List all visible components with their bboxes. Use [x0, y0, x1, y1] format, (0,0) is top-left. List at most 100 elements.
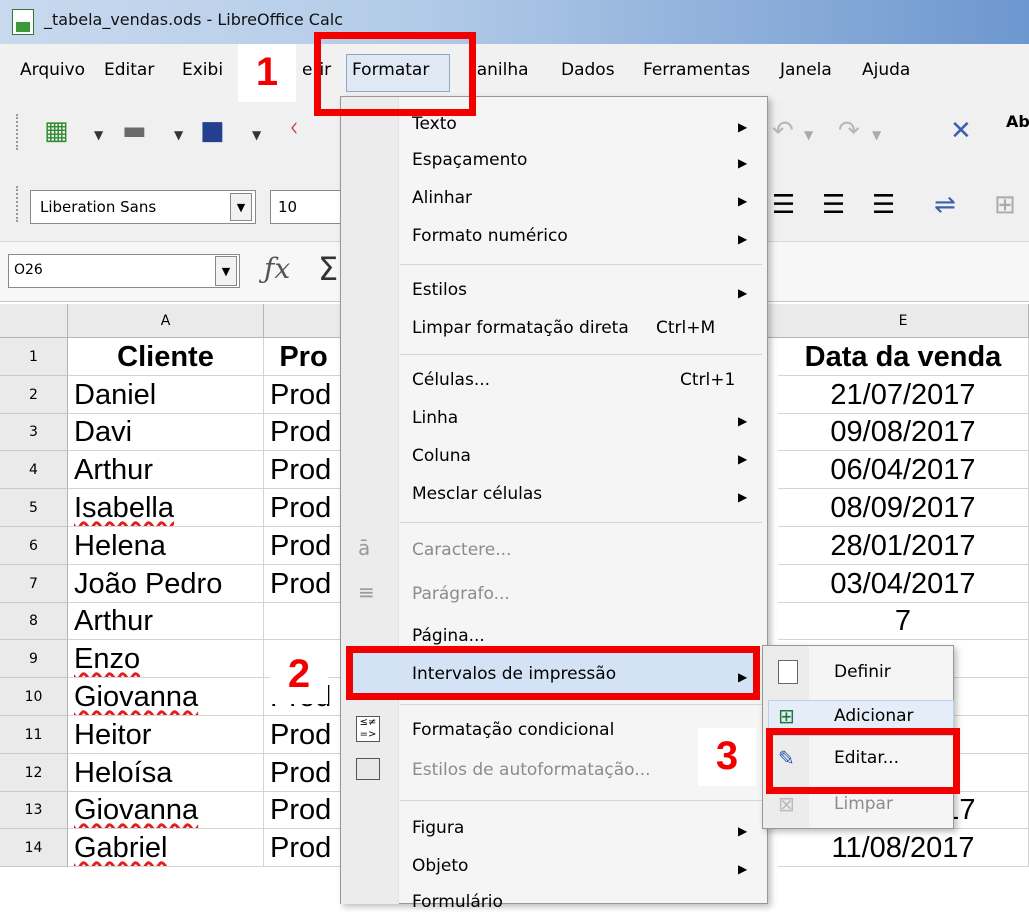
open-folder-icon[interactable]: ▬	[122, 116, 147, 146]
cell-e[interactable]: 28/01/2017	[778, 527, 1029, 565]
menu-ajuda[interactable]: Ajuda	[862, 60, 910, 80]
pdf-export-icon[interactable]: ᚲ	[286, 114, 302, 144]
cell-a[interactable]: João Pedro	[68, 565, 264, 603]
cell-a[interactable]: Cliente	[68, 338, 264, 376]
row-header[interactable]: 12	[0, 754, 68, 792]
menu-dados[interactable]: Dados	[561, 60, 615, 80]
save-dropdown-arrow[interactable]: ▼	[252, 128, 261, 142]
menu-item-limpar-formatacao[interactable]: Limpar formatação direta	[412, 318, 629, 338]
cell-a[interactable]: Heitor	[68, 716, 264, 754]
spelling-icon-label[interactable]: Ab	[1006, 112, 1029, 131]
cell-a[interactable]: Daniel	[68, 376, 264, 414]
open-dropdown-arrow[interactable]: ▼	[174, 128, 183, 142]
row-header[interactable]: 14	[0, 829, 68, 867]
align-left-icon[interactable]: ☰	[772, 190, 795, 220]
row-header[interactable]: 4	[0, 451, 68, 489]
cell-b[interactable]	[264, 603, 344, 640]
merge-cells-icon[interactable]: ⊞	[994, 190, 1016, 220]
wrap-text-icon[interactable]: ⇌	[934, 190, 956, 220]
menu-editar[interactable]: Editar	[104, 60, 154, 80]
menu-item-formulario[interactable]: Formulário	[412, 892, 503, 912]
row-header[interactable]: 11	[0, 716, 68, 754]
align-center-icon[interactable]: ☰	[822, 190, 845, 220]
menu-item-estilos[interactable]: Estilos	[412, 280, 467, 300]
column-header-a[interactable]: A	[68, 304, 264, 338]
menu-item-objeto[interactable]: Objeto	[412, 856, 468, 876]
cell-a[interactable]: Arthur	[68, 451, 264, 489]
cell-b[interactable]: Prod	[264, 376, 344, 414]
submenu-item-definir[interactable]: Definir	[834, 662, 891, 682]
find-replace-icon[interactable]: ✕	[950, 116, 972, 146]
redo-icon[interactable]: ↷	[838, 116, 860, 146]
new-document-icon[interactable]: ▦	[44, 116, 69, 146]
cell-b[interactable]: Prod	[264, 565, 344, 603]
cell-a[interactable]: Giovanna	[68, 678, 264, 716]
column-header-b[interactable]	[264, 304, 344, 338]
menu-arquivo[interactable]: Arquivo	[20, 60, 85, 80]
row-header[interactable]: 13	[0, 792, 68, 829]
menu-item-pagina[interactable]: Página...	[412, 626, 485, 646]
row-header[interactable]: 9	[0, 640, 68, 678]
menu-item-texto[interactable]: Texto	[412, 114, 457, 134]
sum-icon[interactable]: Σ	[318, 250, 338, 288]
cell-e[interactable]: 03/04/2017	[778, 565, 1029, 603]
row-header[interactable]: 3	[0, 414, 68, 451]
cell-e[interactable]: 06/04/2017	[778, 451, 1029, 489]
undo-icon[interactable]: ↶	[772, 116, 794, 146]
menu-item-figura[interactable]: Figura	[412, 818, 464, 838]
row-header[interactable]: 8	[0, 603, 68, 640]
cell-a[interactable]: Giovanna	[68, 792, 264, 829]
cell-e[interactable]: 21/07/2017	[778, 376, 1029, 414]
row-header[interactable]: 6	[0, 527, 68, 565]
save-icon[interactable]: ■	[200, 116, 225, 146]
menu-ferramentas[interactable]: Ferramentas	[643, 60, 750, 80]
redo-dropdown-arrow[interactable]: ▼	[872, 128, 881, 142]
function-wizard-icon[interactable]: ƒx	[264, 252, 290, 285]
cell-a[interactable]: Heloísa	[68, 754, 264, 792]
menu-item-coluna[interactable]: Coluna	[412, 446, 471, 466]
submenu-item-adicionar[interactable]: Adicionar	[834, 706, 914, 726]
align-right-icon[interactable]: ☰	[872, 190, 895, 220]
cell-a[interactable]: Isabella	[68, 489, 264, 527]
row-header[interactable]: 5	[0, 489, 68, 527]
menu-planilha[interactable]: lanilha	[472, 60, 529, 80]
row-header[interactable]: 7	[0, 565, 68, 603]
name-box-dropdown-button[interactable]: ▼	[215, 256, 237, 286]
menu-janela[interactable]: Janela	[780, 60, 832, 80]
cell-b[interactable]: Prod	[264, 716, 344, 754]
cell-b[interactable]: Prod	[264, 527, 344, 565]
menu-item-linha[interactable]: Linha	[412, 408, 458, 428]
cell-b[interactable]: Prod	[264, 489, 344, 527]
menu-item-mesclar[interactable]: Mesclar células	[412, 484, 542, 504]
row-header[interactable]: 2	[0, 376, 68, 414]
menu-item-alinhar[interactable]: Alinhar	[412, 188, 472, 208]
new-dropdown-arrow[interactable]: ▼	[94, 128, 103, 142]
cell-a[interactable]: Davi	[68, 414, 264, 451]
cell-a[interactable]: Enzo	[68, 640, 264, 678]
cell-a[interactable]: Arthur	[68, 603, 264, 640]
cell-e[interactable]: 09/08/2017	[778, 414, 1029, 451]
cell-b[interactable]: Prod	[264, 792, 344, 829]
cell-e[interactable]: 7	[778, 603, 1029, 640]
cell-b[interactable]: Pro	[264, 338, 344, 376]
cell-a[interactable]: Helena	[68, 527, 264, 565]
menu-item-formato-numerico[interactable]: Formato numérico	[412, 226, 568, 246]
cell-b[interactable]: Prod	[264, 829, 344, 867]
row-header[interactable]: 1	[0, 338, 68, 376]
cell-e[interactable]: Data da venda	[778, 338, 1029, 376]
cell-b[interactable]: Prod	[264, 754, 344, 792]
font-name-dropdown-button[interactable]: ▼	[230, 193, 252, 221]
column-header-e[interactable]: E	[778, 304, 1029, 338]
row-header[interactable]: 10	[0, 678, 68, 716]
cell-e[interactable]: 11/08/2017	[778, 829, 1029, 867]
toolbar-grip[interactable]	[16, 114, 20, 150]
menu-item-espacamento[interactable]: Espaçamento	[412, 150, 527, 170]
undo-dropdown-arrow[interactable]: ▼	[804, 128, 813, 142]
menu-item-celulas[interactable]: Células...	[412, 370, 490, 390]
cell-a[interactable]: Gabriel	[68, 829, 264, 867]
menu-item-formatacao-condicional[interactable]: Formatação condicional	[412, 720, 614, 740]
cell-b[interactable]: Prod	[264, 414, 344, 451]
select-all-corner[interactable]	[0, 304, 68, 338]
menu-exibir[interactable]: Exibi	[182, 60, 223, 80]
toolbar-grip-2[interactable]	[16, 186, 20, 222]
